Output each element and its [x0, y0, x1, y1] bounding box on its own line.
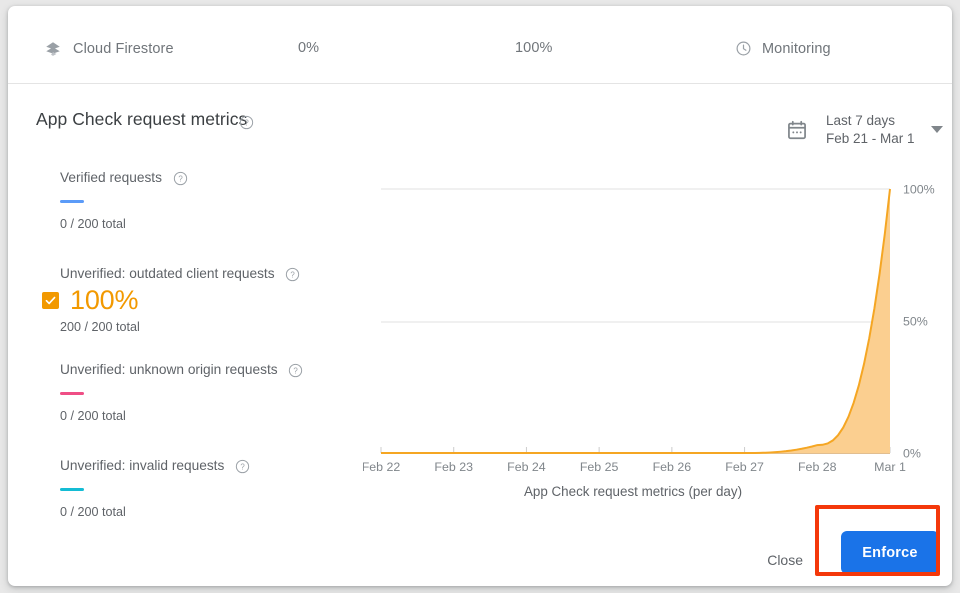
close-button[interactable]: Close [757, 544, 813, 576]
x-axis-tick-label: Feb 24 [507, 460, 546, 474]
legend-label: Verified requests ? [60, 170, 350, 186]
status-label: Monitoring [762, 41, 831, 57]
legend-color-swatch [60, 392, 84, 396]
date-range-dates: Feb 21 - Mar 1 [826, 130, 915, 148]
enforce-button[interactable]: Enforce [841, 531, 939, 574]
legend-label: Unverified: outdated client requests ? [60, 266, 350, 282]
x-axis-tick-label: Feb 26 [653, 460, 692, 474]
legend-item-invalid-requests[interactable]: Unverified: invalid requests ? 0 / 200 t… [60, 458, 350, 519]
x-axis-labels: Feb 22 Feb 23 Feb 24 Feb 25 Feb 26 Feb 27 Feb … [363, 460, 906, 474]
monitoring-status: Monitoring [735, 40, 831, 57]
percent-left: 0% [298, 40, 319, 56]
date-range-text: Last 7 days Feb 21 - Mar 1 [826, 112, 915, 148]
legend-item-outdated-client-requests[interactable]: Unverified: outdated client requests ? 1… [60, 266, 350, 334]
help-circle-icon[interactable]: ? [285, 267, 300, 282]
legend-checkbox[interactable] [42, 292, 59, 309]
legend-selected-row: 100% [42, 282, 350, 320]
legend-swatch-row [60, 378, 350, 409]
page-title: App Check request metrics [36, 109, 247, 130]
help-circle-icon[interactable]: ? [173, 171, 188, 186]
y-axis-labels: 0% 50% 100% [903, 183, 935, 461]
series-line-outdated-client-requests [381, 189, 890, 453]
help-circle-icon[interactable]: ? [239, 115, 254, 130]
legend-label: Unverified: invalid requests ? [60, 458, 350, 474]
svg-text:?: ? [178, 175, 183, 184]
legend-label: Unverified: unknown origin requests ? [60, 362, 350, 378]
legend-total: 200 / 200 total [60, 320, 350, 334]
chart-caption: App Check request metrics (per day) [363, 484, 903, 499]
metrics-header-strip: Cloud Firestore 0% 100% Monitoring [8, 6, 952, 84]
legend-total: 0 / 200 total [60, 217, 350, 231]
app-check-metrics-chart: 0% 50% 100% Feb 22 Feb 23 Feb 24 Feb 25 Feb 26… [363, 166, 943, 511]
calendar-icon [786, 119, 808, 141]
legend-item-unknown-origin-requests[interactable]: Unverified: unknown origin requests ? 0 … [60, 362, 350, 423]
clock-icon [735, 40, 752, 57]
y-axis-tick-label: 0% [903, 447, 921, 461]
legend-swatch-row [60, 186, 350, 217]
firestore-icon [44, 40, 62, 58]
x-axis-tick-label: Feb 22 [363, 460, 400, 474]
date-range-selector[interactable]: Last 7 days Feb 21 - Mar 1 [786, 112, 943, 148]
legend-swatch-row [60, 474, 350, 505]
product-name: Cloud Firestore [73, 41, 174, 57]
svg-text:?: ? [240, 463, 245, 472]
y-axis-tick-label: 100% [903, 183, 935, 197]
legend-color-swatch [60, 200, 84, 204]
help-circle-icon[interactable]: ? [235, 459, 250, 474]
y-axis-tick-label: 50% [903, 315, 928, 329]
legend-percent: 100% [70, 285, 138, 316]
date-range-preset: Last 7 days [826, 112, 915, 130]
chart-canvas: 0% 50% 100% Feb 22 Feb 23 Feb 24 Feb 25 Feb 26… [363, 166, 943, 476]
svg-text:?: ? [291, 271, 296, 280]
product-row: Cloud Firestore [44, 40, 174, 58]
legend-total: 0 / 200 total [60, 409, 350, 423]
chevron-down-icon[interactable] [931, 126, 943, 133]
legend-item-verified-requests[interactable]: Verified requests ? 0 / 200 total [60, 170, 350, 231]
x-axis-tick-label: Feb 25 [580, 460, 619, 474]
legend-color-swatch [60, 488, 84, 492]
x-axis-tick-label: Feb 27 [725, 460, 764, 474]
percent-right: 100% [515, 40, 553, 56]
help-circle-icon[interactable]: ? [288, 363, 303, 378]
x-axis-tick-label: Mar 1 [874, 460, 906, 474]
x-axis-tick-label: Feb 28 [798, 460, 837, 474]
x-axis-tick-label: Feb 23 [434, 460, 473, 474]
dialog-footer: Close Enforce [8, 511, 952, 586]
series-area-outdated-client-requests [381, 189, 890, 453]
svg-text:?: ? [244, 119, 249, 128]
svg-text:?: ? [294, 367, 299, 376]
app-check-dialog-card: Cloud Firestore 0% 100% Monitoring App C… [8, 6, 952, 586]
